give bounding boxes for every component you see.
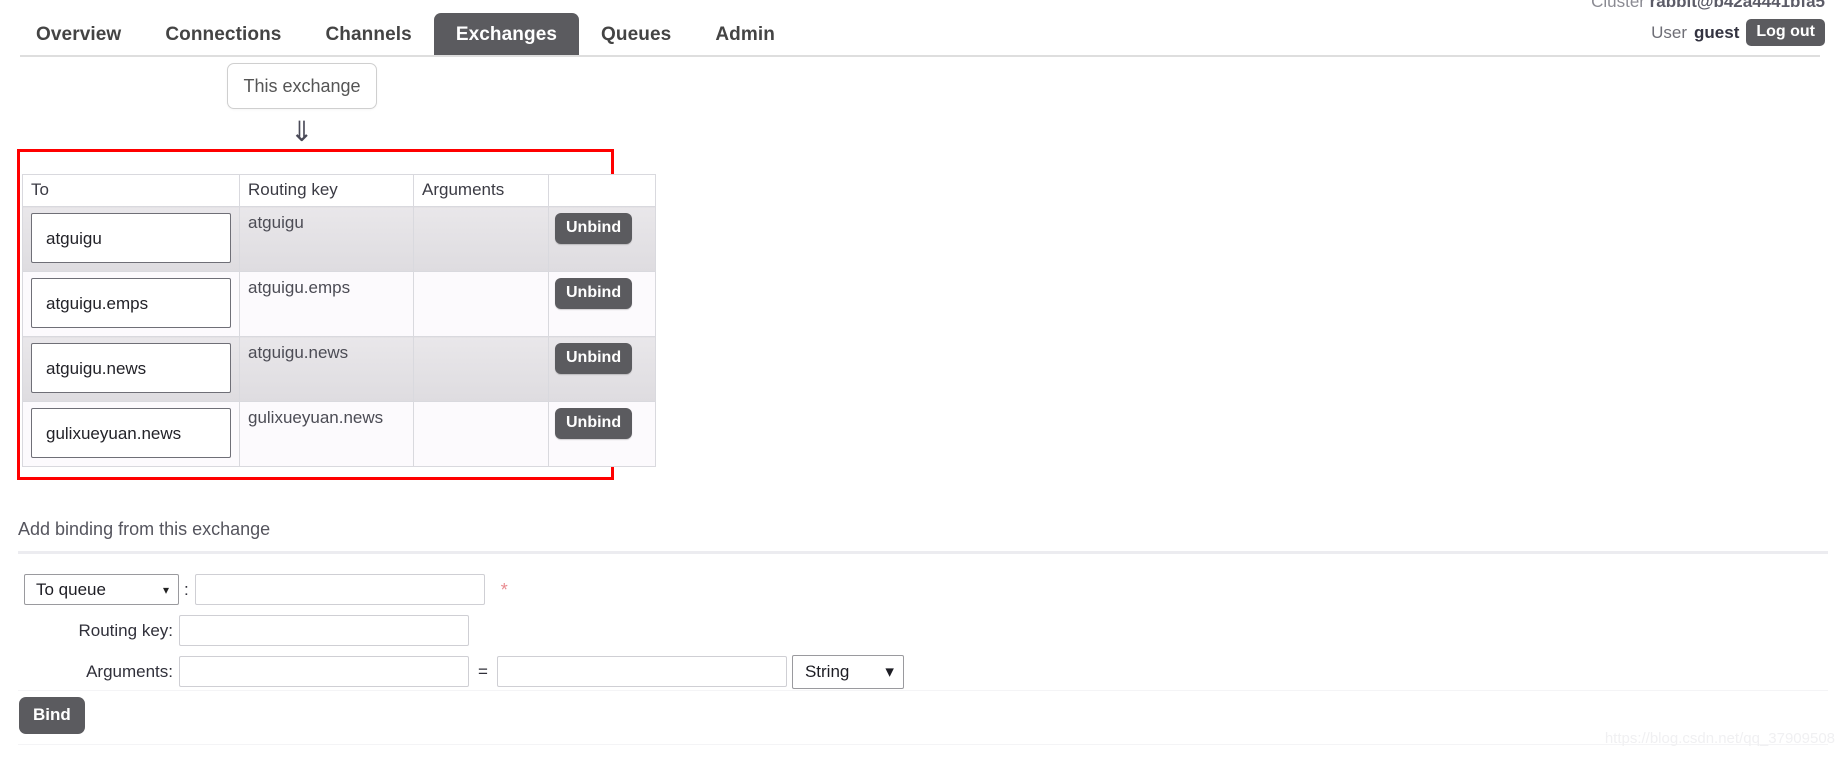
chevron-down-icon: ▾ xyxy=(162,582,169,597)
cell-arguments xyxy=(413,271,549,337)
queue-link[interactable]: atguigu.news xyxy=(31,343,231,393)
unbind-button[interactable]: Unbind xyxy=(555,278,633,309)
column-header-arguments[interactable]: Arguments xyxy=(413,174,549,207)
arguments-label: Arguments: xyxy=(86,661,173,681)
watermark-text: https://blog.csdn.net/qq_37909508 xyxy=(1604,730,1835,747)
cell-routing-key: atguigu.emps xyxy=(239,271,414,337)
tab-admin[interactable]: Admin xyxy=(693,13,797,57)
destination-input[interactable] xyxy=(194,574,485,605)
tab-connections[interactable]: Connections xyxy=(143,13,303,57)
unbind-button[interactable]: Unbind xyxy=(555,343,633,374)
cell-action: Unbind xyxy=(548,271,656,337)
routing-key-value: atguigu.emps xyxy=(248,278,351,297)
add-binding-form: To queue ▾ : * Routing key: Arguments: =… xyxy=(24,570,904,693)
form-row-routing-key: Routing key: xyxy=(24,611,904,650)
cell-action: Unbind xyxy=(548,401,656,467)
cell-to: atguigu.emps xyxy=(22,271,240,337)
cluster-info: Cluster rabbit@b42a4441bfa5 xyxy=(1591,0,1825,12)
queue-link[interactable]: atguigu.emps xyxy=(31,278,231,328)
cell-routing-key: gulixueyuan.news xyxy=(239,401,414,467)
table-header-row: To Routing key Arguments xyxy=(22,174,656,207)
argument-type-value: String xyxy=(804,661,850,681)
routing-key-value: gulixueyuan.news xyxy=(248,408,384,427)
destination-type-value: To queue xyxy=(36,579,106,599)
this-exchange-button[interactable]: This exchange xyxy=(227,63,377,109)
arguments-value xyxy=(414,402,548,408)
arguments-value xyxy=(414,337,548,343)
user-label: User xyxy=(1651,22,1688,42)
routing-key-value: atguigu xyxy=(248,213,304,232)
main-nav-tabs: Overview Connections Channels Exchanges … xyxy=(14,7,797,57)
queue-link[interactable]: gulixueyuan.news xyxy=(31,408,231,458)
user-name: guest xyxy=(1694,22,1740,42)
arguments-key-input[interactable] xyxy=(179,656,469,687)
argument-type-select[interactable]: String ▾ xyxy=(791,654,904,689)
cell-arguments xyxy=(413,336,549,402)
routing-key-value: atguigu.news xyxy=(248,343,349,362)
cluster-name: rabbit@b42a4441bfa5 xyxy=(1649,0,1825,11)
logout-button[interactable]: Log out xyxy=(1746,19,1825,47)
add-binding-section-title: Add binding from this exchange xyxy=(18,519,271,539)
table-row: atguigu.emps atguigu.emps Unbind xyxy=(22,271,656,337)
required-marker: * xyxy=(500,579,508,600)
form-bottom-divider xyxy=(18,690,1828,691)
chevron-down-icon: ▾ xyxy=(885,661,894,681)
column-header-routing-key[interactable]: Routing key xyxy=(239,174,414,207)
page-bottom-divider xyxy=(18,744,1828,745)
double-down-arrow-icon: ⇓ xyxy=(290,116,314,147)
cell-to: gulixueyuan.news xyxy=(22,401,240,467)
nav-divider xyxy=(20,55,1820,57)
routing-key-input[interactable] xyxy=(179,615,469,646)
bindings-table: To Routing key Arguments atguigu atguigu… xyxy=(22,174,656,467)
form-row-arguments: Arguments: = String ▾ xyxy=(24,652,904,691)
tab-overview[interactable]: Overview xyxy=(14,13,143,57)
column-header-to[interactable]: To xyxy=(22,174,240,207)
arguments-value-input[interactable] xyxy=(496,656,787,687)
cell-routing-key: atguigu xyxy=(239,206,414,272)
cell-arguments xyxy=(413,206,549,272)
top-navigation-bar: Overview Connections Channels Exchanges … xyxy=(0,0,1843,57)
destination-colon: : xyxy=(184,579,189,599)
cell-action: Unbind xyxy=(548,336,656,402)
queue-link[interactable]: atguigu xyxy=(31,213,231,263)
cell-action: Unbind xyxy=(548,206,656,272)
section-divider xyxy=(18,551,1828,554)
cell-arguments xyxy=(413,401,549,467)
table-row: atguigu.news atguigu.news Unbind xyxy=(22,336,656,402)
form-row-destination: To queue ▾ : * xyxy=(24,570,904,609)
tab-channels[interactable]: Channels xyxy=(303,13,433,57)
cell-to: atguigu.news xyxy=(22,336,240,402)
cluster-label: Cluster xyxy=(1591,0,1650,11)
cell-to: atguigu xyxy=(22,206,240,272)
arguments-value xyxy=(414,272,548,278)
tab-queues[interactable]: Queues xyxy=(579,13,693,57)
equals-sign: = xyxy=(478,661,488,681)
column-header-action xyxy=(548,174,656,207)
arguments-value xyxy=(414,207,548,213)
unbind-button[interactable]: Unbind xyxy=(555,213,633,244)
routing-key-label: Routing key: xyxy=(78,620,174,640)
user-info: User guest Log out xyxy=(1651,19,1825,47)
table-row: atguigu atguigu Unbind xyxy=(22,206,656,272)
bind-button[interactable]: Bind xyxy=(19,697,85,734)
unbind-button[interactable]: Unbind xyxy=(555,408,633,439)
cell-routing-key: atguigu.news xyxy=(239,336,414,402)
destination-type-select[interactable]: To queue ▾ xyxy=(24,574,179,605)
tab-exchanges[interactable]: Exchanges xyxy=(433,13,580,57)
table-row: gulixueyuan.news gulixueyuan.news Unbind xyxy=(22,401,656,467)
